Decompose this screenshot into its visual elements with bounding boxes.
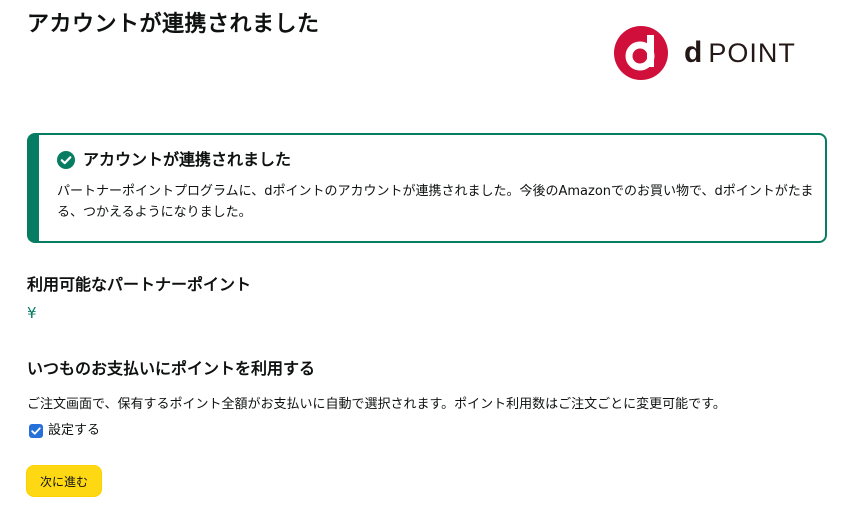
next-button[interactable]: 次に進む [26, 465, 102, 497]
logo-d-letter: d [684, 36, 703, 69]
alert-header: アカウントが連携されました [57, 149, 291, 171]
auto-use-points-checkbox[interactable] [29, 424, 43, 438]
page: アカウントが連携されました d POINT アカウントが連携されました パートナ… [0, 0, 851, 513]
page-title: アカウントが連携されました [27, 12, 320, 37]
alert-title: アカウントが連携されました [83, 150, 292, 169]
use-points-heading: いつものお支払いにポイントを利用する [27, 359, 316, 378]
dpoint-logo-mark-icon [614, 26, 668, 80]
use-points-description: ご注文画面で、保有するポイント全額がお支払いに自動で選択されます。ポイント利用数… [27, 397, 726, 412]
auto-use-points-label[interactable]: 設定する [48, 422, 100, 440]
logo-point-text: POINT [708, 38, 796, 68]
success-alert: アカウントが連携されました パートナーポイントプログラムに、dポイントのアカウン… [27, 133, 827, 243]
available-points-heading: 利用可能なパートナーポイント [27, 275, 252, 294]
check-circle-icon [57, 151, 75, 169]
dpoint-logo: d POINT [614, 26, 796, 80]
available-points-value: ¥ [27, 304, 37, 322]
alert-message: パートナーポイントプログラムに、dポイントのアカウントが連携されました。今後のA… [57, 184, 814, 220]
dpoint-logo-text: d POINT [684, 36, 796, 70]
checkmark-icon [31, 427, 41, 435]
setting-row[interactable]: 設定する [29, 422, 100, 440]
